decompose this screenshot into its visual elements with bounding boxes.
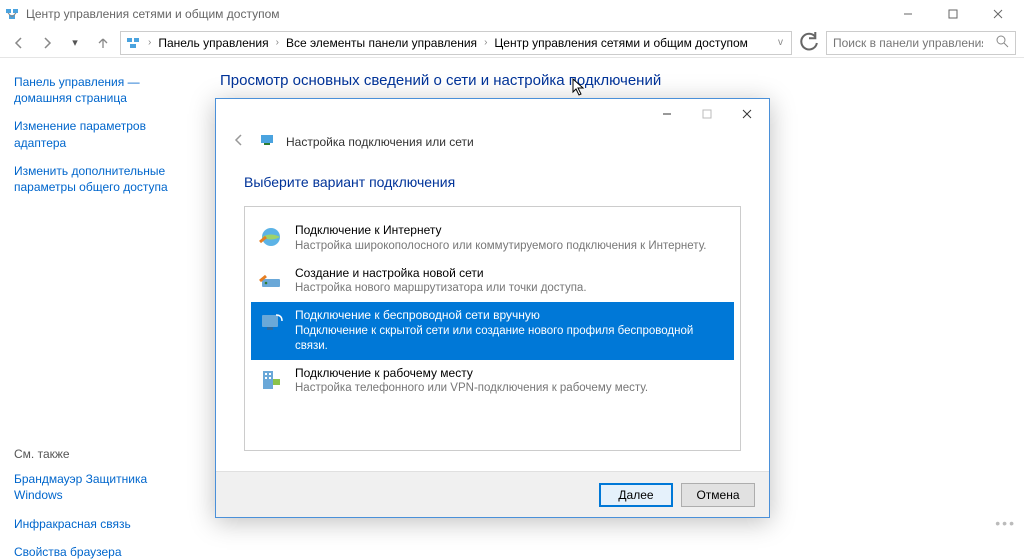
breadcrumb[interactable]: › Панель управления › Все элементы панел… <box>120 31 792 55</box>
sidebar-link-adapter-settings[interactable]: Изменение параметров адаптера <box>14 118 186 150</box>
connection-option-list: Подключение к Интернету Настройка широко… <box>244 206 741 451</box>
nav-forward-button[interactable] <box>36 32 58 54</box>
nav-recent-button[interactable]: ▾ <box>64 32 86 54</box>
option-title: Подключение к рабочему месту <box>295 366 648 382</box>
resize-grip-icon: ••• <box>995 515 1016 531</box>
router-icon <box>257 266 285 294</box>
dialog-footer: Далее Отмена <box>216 471 769 517</box>
dialog-header-text: Настройка подключения или сети <box>286 135 474 149</box>
sidebar-link-advanced-sharing[interactable]: Изменить дополнительные параметры общего… <box>14 163 186 195</box>
option-title: Создание и настройка новой сети <box>295 266 587 282</box>
nav-up-button[interactable] <box>92 32 114 54</box>
option-desc: Подключение к скрытой сети или создание … <box>295 324 728 354</box>
network-center-icon <box>4 6 20 22</box>
navbar: ▾ › Панель управления › Все элементы пан… <box>0 28 1024 58</box>
dialog-close-button[interactable] <box>727 100 767 128</box>
parent-window-title: Центр управления сетями и общим доступом <box>26 7 885 21</box>
dialog-maximize-button[interactable] <box>687 100 727 128</box>
dialog-minimize-button[interactable] <box>647 100 687 128</box>
chevron-right-icon: › <box>273 37 282 48</box>
parent-minimize-button[interactable] <box>885 0 930 28</box>
nav-back-button[interactable] <box>8 32 30 54</box>
parent-maximize-button[interactable] <box>930 0 975 28</box>
parent-close-button[interactable] <box>975 0 1020 28</box>
search-box[interactable] <box>826 31 1016 55</box>
dialog-titlebar <box>216 99 769 129</box>
option-workplace[interactable]: Подключение к рабочему месту Настройка т… <box>251 360 734 403</box>
search-input[interactable] <box>833 36 983 50</box>
parent-window-titlebar: Центр управления сетями и общим доступом <box>0 0 1024 28</box>
setup-connection-dialog: Настройка подключения или сети Выберите … <box>215 98 770 518</box>
dialog-back-button[interactable] <box>230 131 248 152</box>
breadcrumb-item[interactable]: Панель управления <box>158 36 268 50</box>
refresh-button[interactable] <box>798 32 820 54</box>
chevron-right-icon: › <box>481 37 490 48</box>
option-manual-wireless[interactable]: Подключение к беспроводной сети вручную … <box>251 302 734 359</box>
search-icon <box>996 35 1009 51</box>
breadcrumb-dropdown[interactable]: v <box>774 37 787 48</box>
globe-icon <box>257 223 285 251</box>
see-also-browser-properties[interactable]: Свойства браузера <box>14 544 186 560</box>
wireless-manual-icon <box>257 308 285 336</box>
network-center-icon <box>125 35 141 51</box>
option-title: Подключение к Интернету <box>295 223 706 239</box>
option-desc: Настройка широкополосного или коммутируе… <box>295 239 706 254</box>
dialog-body: Выберите вариант подключения Подключение… <box>216 158 769 471</box>
cancel-button[interactable]: Отмена <box>681 483 755 507</box>
sidebar: Панель управления — домашняя страница Из… <box>0 58 200 537</box>
page-heading: Просмотр основных сведений о сети и наст… <box>220 72 1004 89</box>
sidebar-link-home[interactable]: Панель управления — домашняя страница <box>14 74 186 106</box>
see-also-infrared[interactable]: Инфракрасная связь <box>14 516 186 532</box>
option-desc: Настройка телефонного или VPN-подключени… <box>295 381 648 396</box>
workplace-icon <box>257 366 285 394</box>
see-also-firewall[interactable]: Брандмауэр Защитника Windows <box>14 471 186 503</box>
see-also-label: См. также <box>14 447 186 461</box>
option-desc: Настройка нового маршрутизатора или точк… <box>295 281 587 296</box>
breadcrumb-item[interactable]: Все элементы панели управления <box>286 36 477 50</box>
dialog-header: Настройка подключения или сети <box>216 129 769 158</box>
next-button[interactable]: Далее <box>599 483 673 507</box>
chevron-right-icon: › <box>145 37 154 48</box>
breadcrumb-item[interactable]: Центр управления сетями и общим доступом <box>494 36 748 50</box>
option-title: Подключение к беспроводной сети вручную <box>295 308 728 324</box>
option-connect-internet[interactable]: Подключение к Интернету Настройка широко… <box>251 217 734 260</box>
network-wizard-icon <box>258 131 276 152</box>
dialog-title: Выберите вариант подключения <box>244 174 741 190</box>
option-new-network[interactable]: Создание и настройка новой сети Настройк… <box>251 260 734 303</box>
